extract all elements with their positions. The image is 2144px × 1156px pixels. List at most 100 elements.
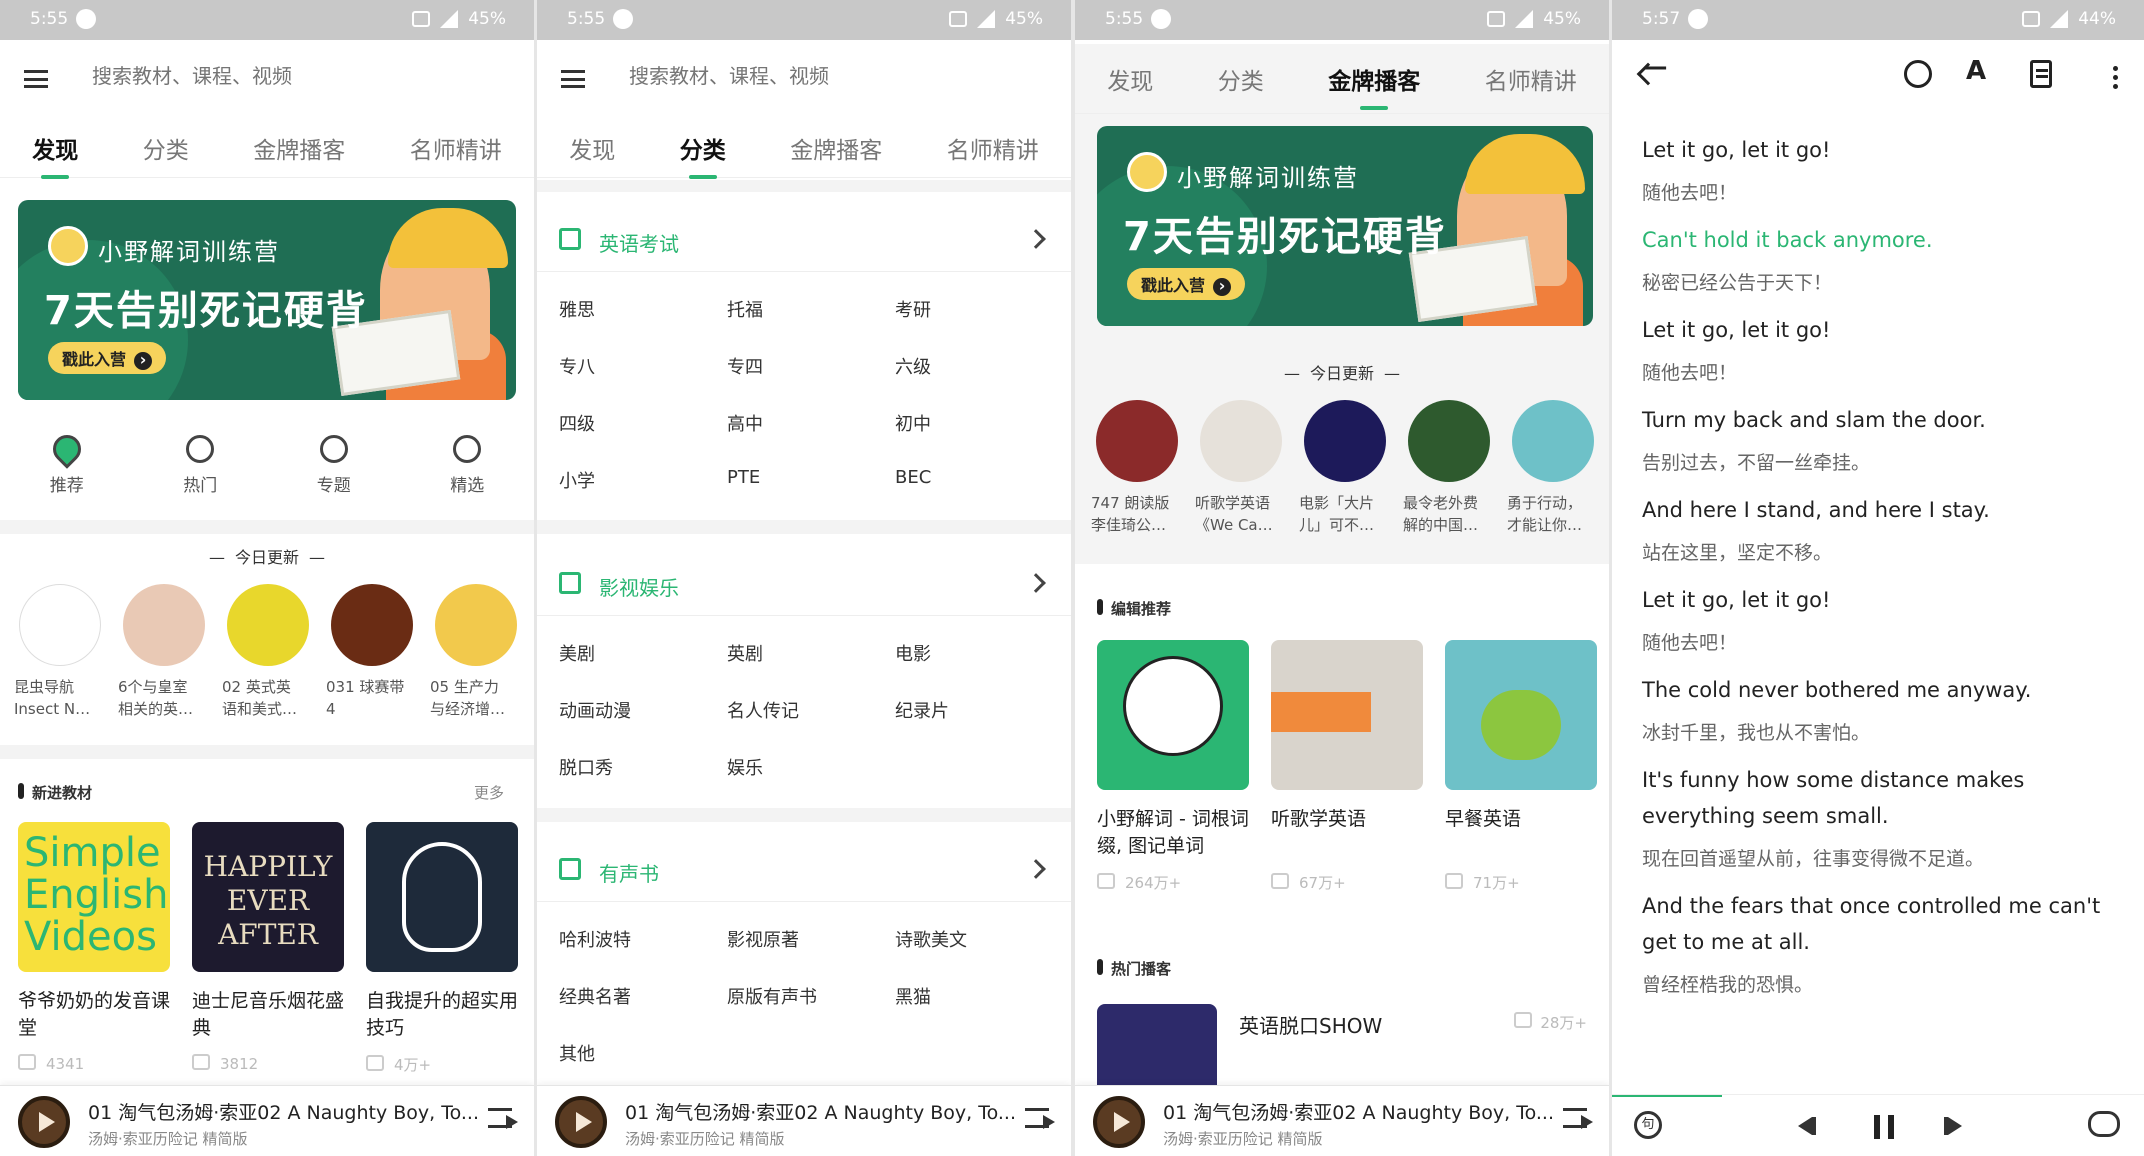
- category-item[interactable]: 考研: [895, 296, 1063, 323]
- category-item[interactable]: 脱口秀: [559, 754, 727, 781]
- mini-player[interactable]: 01 淘气包汤姆·索亚02 A Naughty Boy, To... 汤姆·索亚…: [0, 1085, 534, 1156]
- lyric-line[interactable]: Let it go, let it go! 随他去吧！: [1642, 312, 2128, 388]
- sentence-mode-icon[interactable]: 句: [1634, 1111, 1662, 1139]
- today-update-item[interactable]: 最令老外费 解的中国…: [1397, 400, 1501, 536]
- category-item[interactable]: 专四: [727, 353, 895, 380]
- promo-banner[interactable]: 小野解词训练营 7天告别死记硬背 戳此入营: [1097, 126, 1593, 326]
- tab-discover[interactable]: 发现: [1101, 62, 1159, 96]
- category-item[interactable]: 电影: [895, 640, 1063, 667]
- category-item[interactable]: 名人传记: [727, 697, 895, 724]
- material-card[interactable]: HAPPILY EVER AFTER 迪士尼音乐烟花盛典 3812: [192, 822, 344, 1075]
- quick-link-featured[interactable]: 精选: [422, 435, 512, 496]
- menu-icon[interactable]: [561, 70, 585, 88]
- quick-link-hot[interactable]: 热门: [155, 435, 245, 496]
- category-item[interactable]: 动画动漫: [559, 697, 727, 724]
- mini-player[interactable]: 01 淘气包汤姆·索亚02 A Naughty Boy, To... 汤姆·索亚…: [1075, 1085, 1609, 1156]
- font-size-icon[interactable]: A: [1966, 56, 1992, 86]
- lyric-line[interactable]: Let it go, let it go! 随他去吧！: [1642, 582, 2128, 658]
- more-link[interactable]: 更多: [474, 782, 504, 803]
- promo-banner[interactable]: 小野解词训练营 7天告别死记硬背 戳此入营: [18, 200, 516, 400]
- document-icon[interactable]: [2030, 60, 2052, 88]
- today-update-item[interactable]: 勇于行动， 才能让你…: [1501, 400, 1605, 536]
- category-item[interactable]: 黑猫: [895, 983, 1063, 1010]
- search-input[interactable]: [629, 64, 1029, 88]
- search-input[interactable]: [92, 64, 492, 88]
- mini-player[interactable]: 01 淘气包汤姆·索亚02 A Naughty Boy, To... 汤姆·索亚…: [537, 1085, 1071, 1156]
- today-update-item[interactable]: 电影「大片 儿」可不…: [1293, 400, 1397, 536]
- playlist-icon[interactable]: [1563, 1108, 1593, 1129]
- lyric-line[interactable]: It's funny how some distance makes every…: [1642, 762, 2128, 874]
- category-item[interactable]: 经典名著: [559, 983, 727, 1010]
- playlist-icon[interactable]: [1025, 1108, 1055, 1129]
- podcast-row[interactable]: 英语脱口SHOW 28万+: [1075, 1004, 1609, 1104]
- banner-cta-button[interactable]: 戳此入营: [1127, 268, 1246, 300]
- quick-link-recommend[interactable]: 推荐: [22, 429, 112, 496]
- category-item[interactable]: 原版有声书: [727, 983, 895, 1010]
- pick-card[interactable]: 小野解词 - 词根词缀, 图记单词 264万+: [1097, 640, 1249, 893]
- lyric-line[interactable]: Turn my back and slam the door. 告别过去，不留一…: [1642, 402, 2128, 478]
- material-card[interactable]: Simple English Videos 爷爷奶奶的发音课堂 4341: [18, 822, 170, 1075]
- tab-category[interactable]: 分类: [674, 131, 732, 179]
- category-item[interactable]: 哈利波特: [559, 926, 727, 953]
- category-item[interactable]: 英剧: [727, 640, 895, 667]
- today-update-item[interactable]: 747 朗读版 李佳琦公…: [1085, 400, 1189, 536]
- lyric-line[interactable]: Let it go, let it go! 随他去吧！: [1642, 132, 2128, 208]
- category-item[interactable]: PTE: [727, 467, 895, 494]
- lyric-line[interactable]: And here I stand, and here I stay. 站在这里，…: [1642, 492, 2128, 568]
- tab-category[interactable]: 分类: [137, 131, 195, 165]
- category-item[interactable]: 娱乐: [727, 754, 895, 781]
- today-update-item[interactable]: 02 英式英 语和美式…: [216, 584, 320, 720]
- material-card[interactable]: 自我提升的超实用技巧 4万+: [366, 822, 518, 1075]
- category-item[interactable]: BEC: [895, 467, 1063, 494]
- play-disc-icon[interactable]: [18, 1096, 70, 1148]
- quick-link-topic[interactable]: 专题: [289, 435, 379, 496]
- today-update-item[interactable]: 昆虫导航 Insect N…: [8, 584, 112, 720]
- category-item[interactable]: 四级: [559, 410, 727, 437]
- comment-icon[interactable]: [2088, 1111, 2120, 1137]
- category-item[interactable]: 专八: [559, 353, 727, 380]
- category-item[interactable]: 小学: [559, 467, 727, 494]
- tab-discover[interactable]: 发现: [563, 131, 621, 165]
- category-item[interactable]: 托福: [727, 296, 895, 323]
- tab-famous-teachers[interactable]: 名师精讲: [404, 131, 508, 165]
- today-update-item[interactable]: 听歌学英语 《We Ca…: [1189, 400, 1293, 536]
- category-item[interactable]: 纪录片: [895, 697, 1063, 724]
- previous-icon[interactable]: [1798, 1117, 1816, 1135]
- category-item[interactable]: 影视原著: [727, 926, 895, 953]
- category-audiobook[interactable]: 有声书: [537, 842, 1071, 902]
- lyric-line[interactable]: And the fears that once controlled me ca…: [1642, 888, 2128, 1000]
- back-arrow-icon[interactable]: [1636, 62, 1660, 86]
- banner-cta-button[interactable]: 戳此入营: [48, 342, 167, 374]
- tab-famous-teachers[interactable]: 名师精讲: [941, 131, 1045, 165]
- more-options-icon[interactable]: [2113, 66, 2118, 71]
- pick-card[interactable]: 听歌学英语 67万+: [1271, 640, 1423, 893]
- next-icon[interactable]: [1944, 1117, 1962, 1135]
- sleep-timer-icon[interactable]: [1904, 60, 1932, 88]
- pause-icon[interactable]: [1874, 1115, 1894, 1139]
- playlist-icon[interactable]: [488, 1108, 518, 1129]
- lyric-line[interactable]: The cold never bothered me anyway. 冰封千里，…: [1642, 672, 2128, 748]
- category-item[interactable]: 美剧: [559, 640, 727, 667]
- today-update-item[interactable]: 031 球赛带 4: [320, 584, 424, 720]
- lyric-line-current[interactable]: Can't hold it back anymore. 秘密已经公告于天下！: [1642, 222, 2128, 298]
- play-disc-icon[interactable]: [555, 1096, 607, 1148]
- tab-gold-podcast[interactable]: 金牌播客: [247, 131, 351, 165]
- tab-gold-podcast[interactable]: 金牌播客: [784, 131, 888, 165]
- pick-card[interactable]: 早餐英语 71万+: [1445, 640, 1597, 893]
- tab-discover[interactable]: 发现: [26, 131, 84, 179]
- category-item[interactable]: 初中: [895, 410, 1063, 437]
- today-update-item[interactable]: 6个与皇室 相关的英…: [112, 584, 216, 720]
- playback-progress[interactable]: [1612, 1095, 1722, 1097]
- category-item[interactable]: 高中: [727, 410, 895, 437]
- category-item[interactable]: 诗歌美文: [895, 926, 1063, 953]
- menu-icon[interactable]: [24, 70, 48, 88]
- category-item[interactable]: 其他: [559, 1040, 727, 1067]
- category-item[interactable]: 雅思: [559, 296, 727, 323]
- category-english-exam[interactable]: 英语考试: [537, 212, 1071, 272]
- tab-category[interactable]: 分类: [1212, 62, 1270, 96]
- play-disc-icon[interactable]: [1093, 1096, 1145, 1148]
- tab-gold-podcast[interactable]: 金牌播客: [1322, 62, 1426, 110]
- today-update-item[interactable]: 05 生产力 与经济增…: [424, 584, 528, 720]
- category-item[interactable]: 六级: [895, 353, 1063, 380]
- category-film-entertainment[interactable]: 影视娱乐: [537, 556, 1071, 616]
